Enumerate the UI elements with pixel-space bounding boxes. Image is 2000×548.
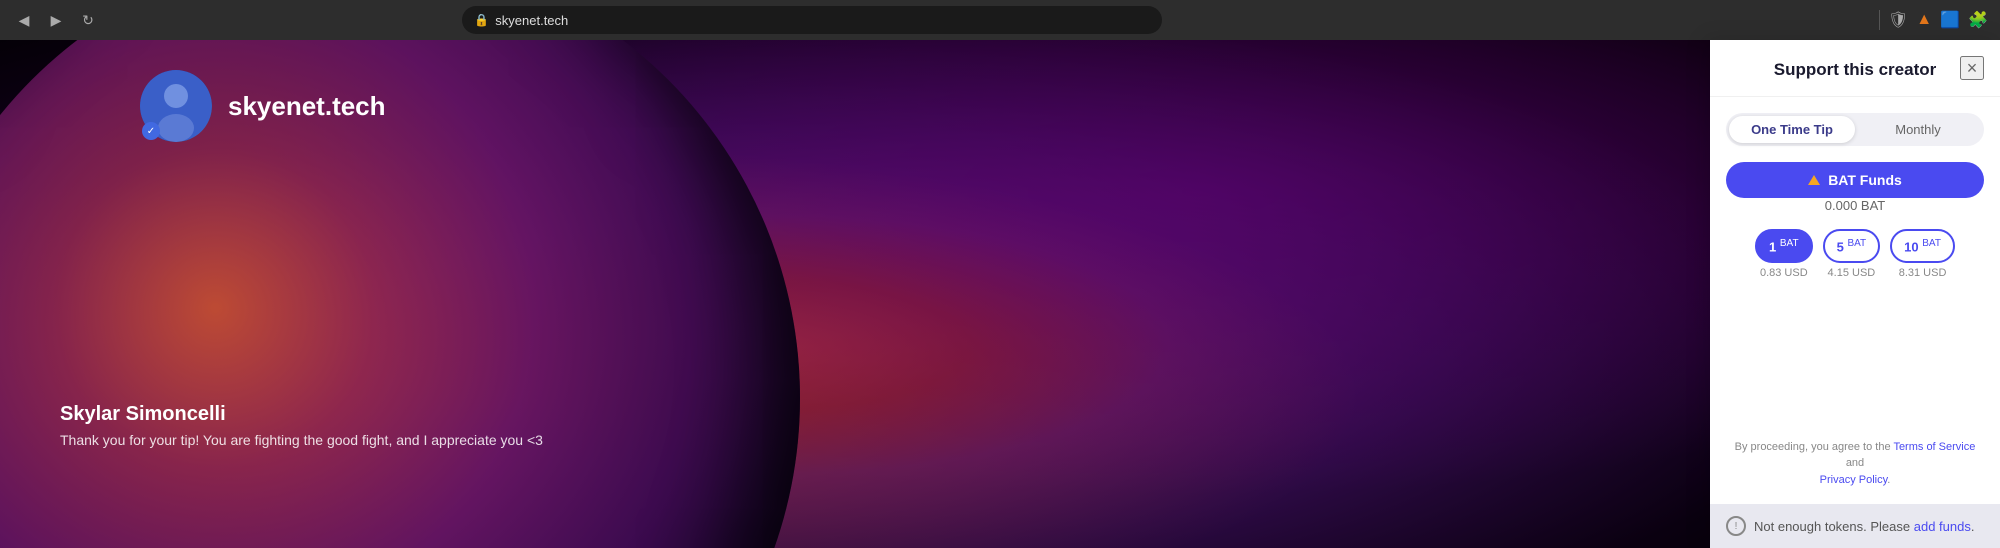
panel-header: Support this creator × xyxy=(1710,40,2000,97)
bat-funds-button[interactable]: BAT Funds xyxy=(1726,162,1984,198)
site-name: skyenet.tech xyxy=(228,91,386,122)
address-bar: 🔒 skyenet.tech xyxy=(462,6,1162,34)
bat-funds-section: BAT Funds 0.000 BAT xyxy=(1726,162,1984,213)
privacy-policy-link[interactable]: Privacy Policy xyxy=(1820,474,1888,486)
amount-option-10: 10 BAT 8.31 USD xyxy=(1890,229,1955,279)
add-funds-link[interactable]: add funds xyxy=(1914,519,1971,534)
footer-text: Not enough tokens. Please add funds. xyxy=(1754,519,1974,534)
browser-right-icons: 🛡 ▲ 🟦 🧩 xyxy=(1879,10,1988,30)
terms-of-service-link[interactable]: Terms of Service xyxy=(1893,441,1975,453)
creator-info: Skylar Simoncelli Thank you for your tip… xyxy=(60,403,543,448)
browser-chrome: ◀ ▶ ↻ 🔒 skyenet.tech 🛡 ▲ 🟦 🧩 xyxy=(0,0,2000,40)
divider xyxy=(1879,10,1880,30)
creator-name: Skylar Simoncelli xyxy=(60,403,543,426)
panel-title: Support this creator xyxy=(1774,60,1936,79)
amount-usd-5: 4.15 USD xyxy=(1828,267,1876,279)
site-header: ✓ skyenet.tech xyxy=(140,70,386,142)
close-button[interactable]: × xyxy=(1960,56,1984,80)
toggle-tabs: One Time Tip Monthly xyxy=(1726,113,1984,146)
panel-footer: ! Not enough tokens. Please add funds. xyxy=(1710,504,2000,548)
tab-monthly[interactable]: Monthly xyxy=(1855,116,1981,143)
bat-balance: 0.000 BAT xyxy=(1726,198,1984,213)
back-button[interactable]: ◀ xyxy=(12,8,36,32)
brave-shield-icon[interactable]: 🛡 xyxy=(1888,10,1908,30)
refresh-button[interactable]: ↻ xyxy=(76,8,100,32)
brave-rewards-icon[interactable]: ▲ xyxy=(1916,11,1932,29)
amount-option-1: 1 BAT 0.83 USD xyxy=(1755,229,1813,279)
amount-usd-1: 0.83 USD xyxy=(1760,267,1808,279)
extensions-icon[interactable]: 🧩 xyxy=(1968,10,1988,30)
url-text[interactable]: skyenet.tech xyxy=(495,13,568,28)
avatar-container: ✓ xyxy=(140,70,212,142)
support-panel: Support this creator × One Time Tip Mont… xyxy=(1710,40,2000,548)
amount-button-1[interactable]: 1 BAT xyxy=(1755,229,1813,263)
main-container: ✓ skyenet.tech Skylar Simoncelli Thank y… xyxy=(0,40,2000,548)
amount-usd-10: 8.31 USD xyxy=(1899,267,1947,279)
tab-one-time[interactable]: One Time Tip xyxy=(1729,116,1855,143)
panel-body: One Time Tip Monthly BAT Funds 0.000 BAT xyxy=(1710,97,2000,504)
amount-button-10[interactable]: 10 BAT xyxy=(1890,229,1955,263)
lock-icon: 🔒 xyxy=(474,13,489,27)
terms-text: By proceeding, you agree to the Terms of… xyxy=(1726,439,1984,489)
website-content: ✓ skyenet.tech Skylar Simoncelli Thank y… xyxy=(0,40,1710,548)
warning-icon: ! xyxy=(1726,516,1746,536)
amount-option-5: 5 BAT 4.15 USD xyxy=(1823,229,1881,279)
profile-icon[interactable]: 🟦 xyxy=(1940,10,1960,30)
amount-button-5[interactable]: 5 BAT xyxy=(1823,229,1881,263)
creator-message: Thank you for your tip! You are fighting… xyxy=(60,432,543,448)
verified-badge: ✓ xyxy=(142,122,160,140)
planet-circle xyxy=(0,40,800,548)
bat-logo-icon xyxy=(1808,175,1820,185)
forward-button[interactable]: ▶ xyxy=(44,8,68,32)
amount-options: 1 BAT 0.83 USD 5 BAT 4.15 USD 10 BAT 8.3… xyxy=(1726,229,1984,279)
